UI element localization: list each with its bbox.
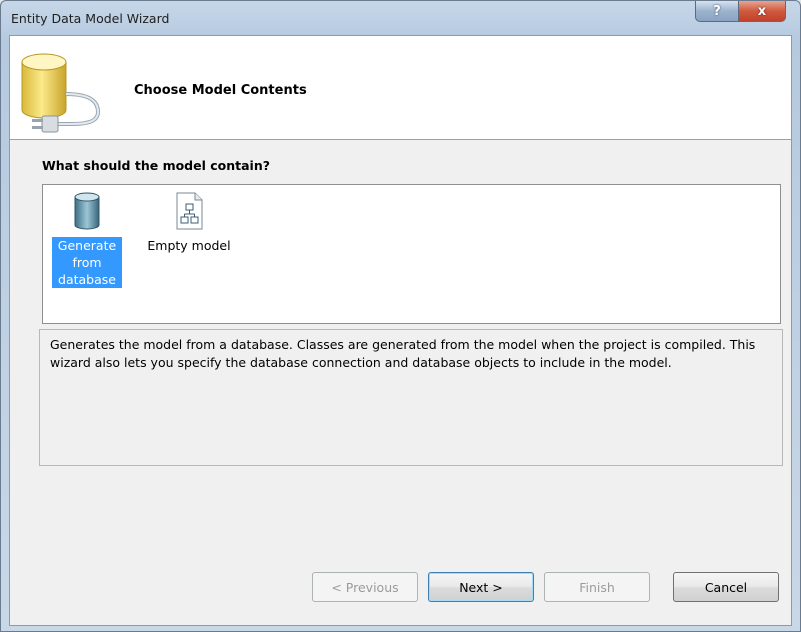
- empty-model-icon: [176, 192, 203, 230]
- option-label: Empty model: [147, 238, 231, 253]
- previous-button[interactable]: < Previous: [312, 572, 418, 602]
- title-bar[interactable]: Entity Data Model Wizard ? x: [1, 1, 800, 35]
- cancel-button[interactable]: Cancel: [673, 572, 779, 602]
- database-plug-icon: [21, 53, 101, 133]
- finish-button[interactable]: Finish: [544, 572, 650, 602]
- option-label: Generate from database: [52, 237, 122, 288]
- model-contents-question: What should the model contain?: [42, 158, 270, 173]
- wizard-client-area: Choose Model Contents What should the mo…: [9, 35, 792, 626]
- window-title: Entity Data Model Wizard: [11, 11, 170, 26]
- help-icon: ?: [713, 3, 721, 19]
- help-button[interactable]: ?: [695, 1, 739, 22]
- page-title: Choose Model Contents: [134, 83, 307, 98]
- model-options-list[interactable]: Generate from database Empty model: [42, 184, 781, 324]
- next-button[interactable]: Next >: [428, 572, 534, 602]
- wizard-header: Choose Model Contents: [10, 36, 791, 140]
- option-generate-from-database[interactable]: Generate from database: [52, 191, 122, 288]
- database-icon: [74, 192, 100, 230]
- wizard-window: Entity Data Model Wizard ? x Choose Mode…: [0, 0, 801, 632]
- option-empty-model[interactable]: Empty model: [139, 191, 239, 254]
- description-panel: Generates the model from a database. Cla…: [39, 329, 783, 466]
- close-icon: x: [757, 3, 767, 19]
- option-description: Generates the model from a database. Cla…: [50, 337, 756, 370]
- close-button[interactable]: x: [738, 1, 786, 22]
